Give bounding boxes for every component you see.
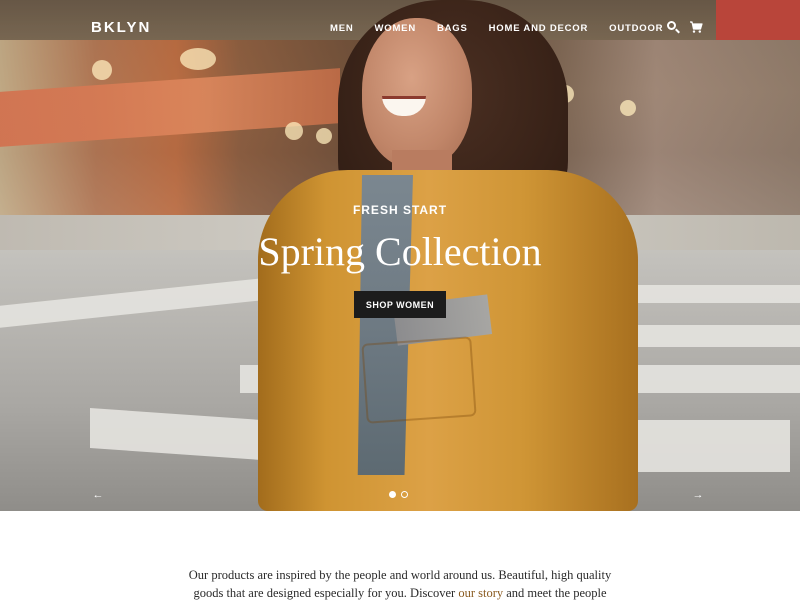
hero-headline: Spring Collection bbox=[258, 229, 542, 274]
slide-dot-2[interactable] bbox=[401, 491, 408, 498]
intro-text-after: and meet the people bbox=[503, 586, 607, 600]
slide-dot-1[interactable] bbox=[389, 491, 396, 498]
street-light bbox=[180, 48, 216, 70]
intro-text: Our products are inspired by the people … bbox=[180, 566, 620, 600]
crosswalk-stripe bbox=[630, 365, 800, 393]
hero-eyebrow: FRESH START bbox=[352, 203, 448, 217]
search-icon-handle bbox=[675, 28, 680, 34]
nav-item-men[interactable]: MEN bbox=[330, 23, 354, 34]
crosswalk-stripe bbox=[635, 420, 790, 472]
next-slide-arrow-icon[interactable]: → bbox=[692, 489, 704, 501]
shop-sign bbox=[716, 0, 800, 40]
main-nav: MEN WOMEN BAGS HOME AND DECOR OUTDOOR bbox=[330, 23, 684, 34]
crosswalk-stripe bbox=[615, 285, 800, 303]
nav-item-women[interactable]: WOMEN bbox=[375, 23, 416, 34]
nav-item-bags[interactable]: BAGS bbox=[437, 23, 468, 34]
slide-dots bbox=[389, 491, 413, 498]
our-story-link[interactable]: our story bbox=[458, 586, 503, 600]
street-light bbox=[92, 60, 112, 80]
nav-item-outdoor[interactable]: OUTDOOR bbox=[609, 23, 663, 34]
prev-slide-arrow-icon[interactable]: ← bbox=[92, 489, 104, 501]
street-light bbox=[285, 122, 303, 140]
cart-icon[interactable] bbox=[689, 20, 705, 36]
cart-icon-graphic bbox=[690, 21, 703, 33]
search-icon[interactable] bbox=[665, 19, 681, 35]
model-face bbox=[362, 18, 472, 168]
street-light bbox=[316, 128, 332, 144]
shop-women-button[interactable]: SHOP WOMEN bbox=[354, 291, 446, 318]
street-light bbox=[620, 100, 636, 116]
nav-item-home-and-decor[interactable]: HOME AND DECOR bbox=[489, 23, 589, 34]
crosswalk-stripe bbox=[620, 325, 800, 347]
jacket-pocket bbox=[361, 336, 477, 424]
store-logo[interactable]: BKLYN bbox=[91, 19, 151, 36]
